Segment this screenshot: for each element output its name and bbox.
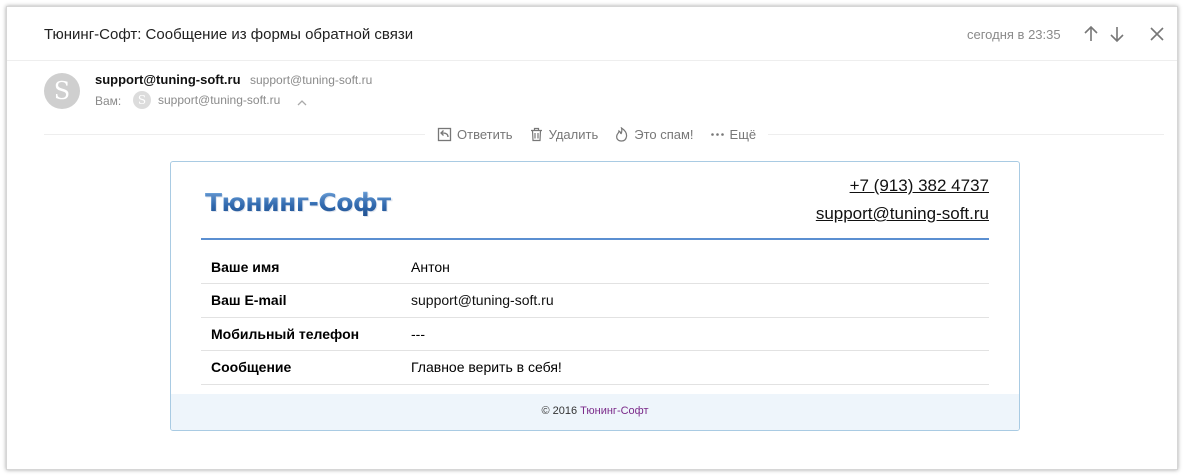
field-label: Сообщение [201, 350, 401, 385]
field-label: Ваше имя [201, 250, 401, 284]
sender-avatar[interactable]: S [44, 73, 80, 109]
email-body-card: Тюнинг-Софт +7 (913) 382 4737 support@tu… [170, 161, 1020, 431]
recipient-avatar: S [133, 91, 151, 109]
next-message-button[interactable] [1106, 23, 1128, 45]
email-value-link[interactable]: support@tuning-soft.ru [411, 292, 554, 308]
sender-address: support@tuning-soft.ru [250, 73, 373, 87]
field-value: support@tuning-soft.ru [401, 283, 989, 318]
arrow-down-icon [1110, 27, 1124, 43]
message-header: Тюнинг-Софт: Сообщение из формы обратной… [7, 7, 1177, 61]
header-rule [201, 238, 989, 240]
contact-email-link[interactable]: support@tuning-soft.ru [816, 204, 989, 224]
table-row: Ваш E-mail support@tuning-soft.ru [201, 283, 989, 318]
more-dots-icon [710, 132, 724, 136]
delete-label: Удалить [548, 126, 599, 142]
feedback-form-table: Ваше имя Антон Ваш E-mail support@tuning… [201, 250, 989, 385]
field-label: Мобильный телефон [201, 317, 401, 351]
chevron-up-icon [297, 100, 307, 106]
flame-icon [616, 126, 628, 142]
message-toolbar: Ответить Удалить Это спам! Ещё [425, 123, 769, 145]
trash-icon [530, 127, 542, 141]
field-value: Антон [401, 250, 989, 284]
close-icon [1150, 27, 1164, 41]
email-window: Тюнинг-Софт: Сообщение из формы обратной… [6, 6, 1178, 470]
message-subject: Тюнинг-Софт: Сообщение из формы обратной… [44, 26, 414, 43]
table-row: Мобильный телефон --- [201, 317, 989, 351]
field-value: Главное верить в себя! [401, 350, 989, 385]
recipient-address[interactable]: support@tuning-soft.ru [158, 93, 280, 107]
more-label: Ещё [729, 126, 757, 142]
table-row: Сообщение Главное верить в себя! [201, 350, 989, 385]
recipients-toggle[interactable] [296, 95, 308, 106]
reply-button[interactable]: Ответить [437, 127, 513, 142]
copyright-text: © 2016 [541, 405, 578, 417]
close-button[interactable] [1146, 23, 1168, 45]
field-value: --- [401, 317, 989, 351]
more-button[interactable]: Ещё [710, 126, 757, 142]
spam-button[interactable]: Это спам! [614, 126, 694, 142]
company-logo: Тюнинг-Софт [205, 188, 392, 217]
footer-company-link[interactable]: Тюнинг-Софт [580, 405, 648, 417]
recipient-label: Вам: [95, 94, 122, 108]
table-row: Ваше имя Антон [201, 250, 989, 284]
reply-icon [437, 127, 452, 141]
delete-button[interactable]: Удалить [529, 126, 599, 142]
phone-link[interactable]: +7 (913) 382 4737 [850, 176, 989, 196]
message-date: сегодня в 23:35 [967, 27, 1061, 42]
field-label: Ваш E-mail [201, 283, 401, 318]
sender-name[interactable]: support@tuning-soft.ru [95, 72, 241, 87]
arrow-up-icon [1084, 25, 1098, 41]
card-footer: © 2016 Тюнинг-Софт [171, 394, 1019, 430]
previous-message-button[interactable] [1080, 23, 1102, 45]
spam-label: Это спам! [634, 126, 694, 142]
reply-label: Ответить [457, 126, 513, 142]
